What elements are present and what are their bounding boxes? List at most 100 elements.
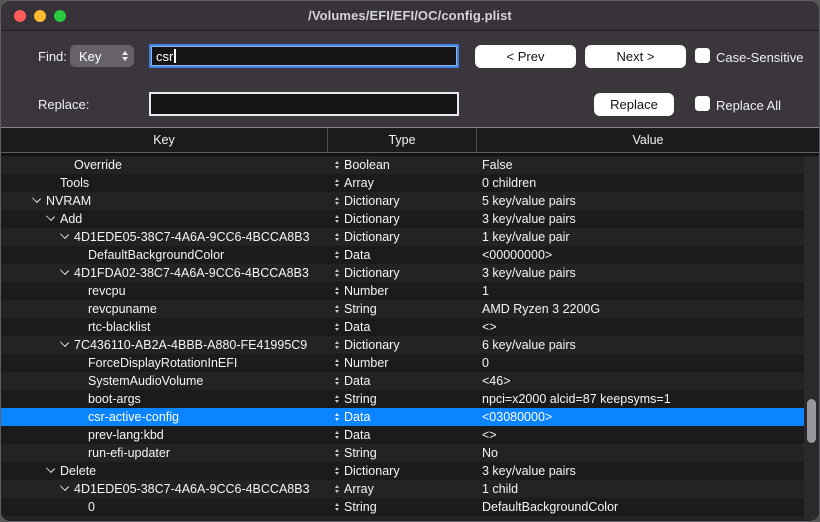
table-row[interactable]: csr-active-config Data <03080000>	[1, 408, 819, 426]
disclosure-chevron-icon[interactable]	[32, 194, 41, 203]
table-row[interactable]: 4D1FDA02-38C7-4A6A-9CC6-4BCCA8B3 Diction…	[1, 264, 819, 282]
minimize-window-button[interactable]	[34, 10, 46, 22]
key-label: ForceDisplayRotationInEFI	[88, 356, 237, 370]
value-cell[interactable]: <>	[477, 318, 819, 336]
table-row[interactable]: Delete Dictionary 3 key/value pairs	[1, 462, 819, 480]
table-row[interactable]: prev-lang:kbd Data <>	[1, 426, 819, 444]
vertical-scrollbar[interactable]	[804, 157, 819, 520]
type-cell[interactable]: Data	[328, 372, 477, 390]
value-cell[interactable]: 3 key/value pairs	[477, 210, 819, 228]
type-cell[interactable]: Dictionary	[328, 336, 477, 354]
type-cell[interactable]: Number	[328, 354, 477, 372]
replace-input[interactable]	[149, 92, 459, 116]
titlebar[interactable]: /Volumes/EFI/EFI/OC/config.plist	[1, 1, 819, 31]
table-row[interactable]: ForceDisplayRotationInEFI Number 0	[1, 354, 819, 372]
value-cell[interactable]: <>	[477, 426, 819, 444]
disclosure-chevron-icon[interactable]	[60, 230, 69, 239]
table-body: Override Boolean False Tools Array 0 chi…	[1, 156, 819, 516]
value-cell[interactable]: 1 child	[477, 480, 819, 498]
zoom-window-button[interactable]	[54, 10, 66, 22]
scrollbar-thumb[interactable]	[807, 399, 816, 443]
value-cell[interactable]: <46>	[477, 372, 819, 390]
find-input[interactable]: csr	[149, 44, 459, 68]
value-label: npci=x2000 alcid=87 keepsyms=1	[482, 392, 671, 406]
type-cell[interactable]: Array	[328, 480, 477, 498]
value-cell[interactable]: npci=x2000 alcid=87 keepsyms=1	[477, 390, 819, 408]
type-cell[interactable]: Dictionary	[328, 264, 477, 282]
table-row[interactable]: Tools Array 0 children	[1, 174, 819, 192]
close-window-button[interactable]	[14, 10, 26, 22]
type-popup-arrows-icon	[335, 251, 339, 259]
value-cell[interactable]: 3 key/value pairs	[477, 264, 819, 282]
value-cell[interactable]: <00000000>	[477, 246, 819, 264]
table-row[interactable]: NVRAM Dictionary 5 key/value pairs	[1, 192, 819, 210]
type-cell[interactable]: Data	[328, 246, 477, 264]
value-cell[interactable]: DefaultBackgroundColor	[477, 498, 819, 516]
column-header-key[interactable]: Key	[1, 128, 328, 152]
type-label: Array	[344, 176, 374, 190]
table-row[interactable]: Add Dictionary 3 key/value pairs	[1, 210, 819, 228]
value-cell[interactable]: AMD Ryzen 3 2200G	[477, 300, 819, 318]
type-cell[interactable]: Number	[328, 282, 477, 300]
table-row[interactable]: DefaultBackgroundColor Data <00000000>	[1, 246, 819, 264]
type-popup-arrows-icon	[335, 323, 339, 331]
value-cell[interactable]: 0	[477, 354, 819, 372]
type-cell[interactable]: Boolean	[328, 156, 477, 174]
value-cell[interactable]: 1	[477, 282, 819, 300]
type-cell[interactable]: String	[328, 390, 477, 408]
type-cell[interactable]: Dictionary	[328, 192, 477, 210]
table-row[interactable]: 0 String DefaultBackgroundColor	[1, 498, 819, 516]
table-row[interactable]: 4D1EDE05-38C7-4A6A-9CC6-4BCCA8B3 Array 1…	[1, 480, 819, 498]
type-cell[interactable]: Dictionary	[328, 462, 477, 480]
disclosure-chevron-icon[interactable]	[60, 338, 69, 347]
table-row[interactable]: rtc-blacklist Data <>	[1, 318, 819, 336]
type-label: String	[344, 446, 377, 460]
value-cell[interactable]: 0 children	[477, 174, 819, 192]
disclosure-chevron-icon[interactable]	[46, 464, 55, 473]
table-row[interactable]: revcpu Number 1	[1, 282, 819, 300]
type-label: Dictionary	[344, 230, 400, 244]
table-row[interactable]: 7C436110-AB2A-4BBB-A880-FE41995C9 Dictio…	[1, 336, 819, 354]
type-cell[interactable]: Dictionary	[328, 210, 477, 228]
value-cell[interactable]: 5 key/value pairs	[477, 192, 819, 210]
type-popup-arrows-icon	[335, 485, 339, 493]
value-cell[interactable]: No	[477, 444, 819, 462]
type-cell[interactable]: Array	[328, 174, 477, 192]
replace-button[interactable]: Replace	[594, 93, 674, 116]
value-cell[interactable]: 6 key/value pairs	[477, 336, 819, 354]
value-cell[interactable]: <03080000>	[477, 408, 819, 426]
case-sensitive-checkbox[interactable]	[695, 48, 710, 63]
search-scope-dropdown[interactable]: Key	[70, 45, 134, 67]
type-cell[interactable]: String	[328, 444, 477, 462]
next-button[interactable]: Next >	[585, 45, 686, 68]
value-cell[interactable]: 3 key/value pairs	[477, 462, 819, 480]
table-row[interactable]: 4D1EDE05-38C7-4A6A-9CC6-4BCCA8B3 Diction…	[1, 228, 819, 246]
table-row[interactable]: boot-args String npci=x2000 alcid=87 kee…	[1, 390, 819, 408]
value-label: 6 key/value pairs	[482, 338, 576, 352]
replace-all-checkbox[interactable]	[695, 96, 710, 111]
disclosure-chevron-icon[interactable]	[60, 482, 69, 491]
type-cell[interactable]: Data	[328, 408, 477, 426]
column-header-value[interactable]: Value	[477, 128, 819, 152]
type-cell[interactable]: String	[328, 300, 477, 318]
type-popup-arrows-icon	[335, 197, 339, 205]
type-cell[interactable]: Dictionary	[328, 228, 477, 246]
popup-arrows-icon	[122, 51, 128, 61]
table-row[interactable]: Override Boolean False	[1, 156, 819, 174]
value-label: DefaultBackgroundColor	[482, 500, 618, 514]
value-label: 0 children	[482, 176, 536, 190]
table-row[interactable]: SystemAudioVolume Data <46>	[1, 372, 819, 390]
key-cell: rtc-blacklist	[1, 318, 328, 336]
type-cell[interactable]: Data	[328, 318, 477, 336]
disclosure-chevron-icon[interactable]	[60, 266, 69, 275]
type-cell[interactable]: Data	[328, 426, 477, 444]
type-cell[interactable]: String	[328, 498, 477, 516]
prev-button[interactable]: < Prev	[475, 45, 576, 68]
disclosure-chevron-icon[interactable]	[46, 212, 55, 221]
table-row[interactable]: revcpuname String AMD Ryzen 3 2200G	[1, 300, 819, 318]
column-header-type[interactable]: Type	[328, 128, 477, 152]
value-cell[interactable]: False	[477, 156, 819, 174]
table-row[interactable]: run-efi-updater String No	[1, 444, 819, 462]
key-cell: csr-active-config	[1, 408, 328, 426]
value-cell[interactable]: 1 key/value pair	[477, 228, 819, 246]
